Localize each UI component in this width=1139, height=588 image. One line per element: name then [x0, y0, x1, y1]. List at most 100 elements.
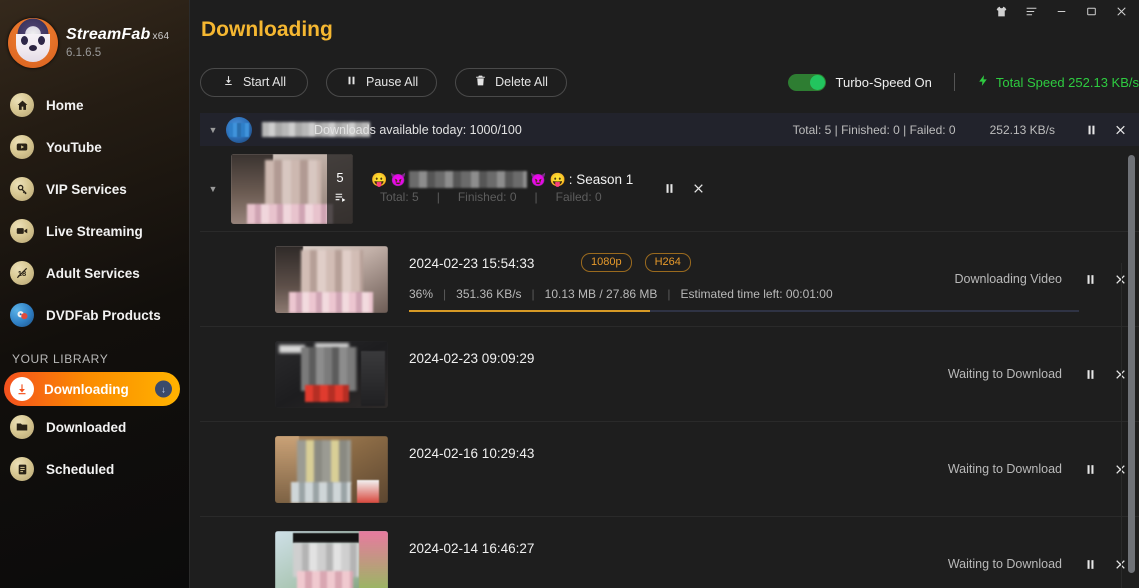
sidebar-item-downloading-label: Downloading — [44, 382, 129, 397]
youtube-icon — [10, 135, 34, 159]
sidebar-item-adult-services-label: Adult Services — [46, 266, 140, 281]
pause-icon — [345, 74, 358, 90]
sidebar-item-youtube[interactable]: YouTube — [0, 126, 190, 168]
vertical-scrollbar[interactable] — [1128, 155, 1135, 573]
item-pause-button[interactable] — [1084, 272, 1097, 287]
item-pause-button[interactable] — [1084, 462, 1097, 477]
series-failed: Failed: 0 — [556, 190, 602, 204]
brand-name: StreamFabx64 — [66, 26, 169, 44]
sidebar-item-dvdfab-products-label: DVDFab Products — [46, 308, 161, 323]
series-season-label: : Season 1 — [569, 172, 634, 187]
sidebar-item-home-label: Home — [46, 98, 84, 113]
item-thumbnail — [275, 531, 388, 588]
maximize-button[interactable] — [1083, 3, 1099, 19]
item-status: Waiting to Download — [948, 462, 1062, 476]
sidebar-item-vip-services[interactable]: VIP Services — [0, 168, 190, 210]
sidebar-item-downloaded[interactable]: Downloaded — [0, 406, 190, 448]
page-title: Downloading — [201, 18, 333, 42]
merch-icon[interactable] — [993, 3, 1009, 19]
lightning-icon — [977, 73, 990, 91]
turbo-speed-toggle[interactable] — [788, 74, 826, 91]
adult-icon: 18 — [10, 261, 34, 285]
start-all-label: Start All — [243, 75, 286, 89]
item-speed: 351.36 KB/s — [456, 287, 521, 301]
table-row[interactable]: 2024-02-14 16:46:27 Waiting to Download — [200, 517, 1139, 588]
series-thumbnail: 5 — [231, 154, 353, 224]
item-stats: 36% | 351.36 KB/s | 10.13 MB / 27.86 MB … — [409, 287, 833, 301]
emoji-devil-left-icon: 😈 — [390, 172, 406, 188]
account-speed: 252.13 KB/s — [990, 123, 1055, 137]
series-group-row[interactable]: ▼ 5 😛 😈 — [200, 146, 1139, 232]
series-title-redacted — [409, 171, 527, 188]
table-row[interactable]: 2024-02-23 09:09:29 Waiting to Download — [200, 327, 1139, 422]
series-title: 😛 😈 😈 😛 : Season 1 — [371, 171, 633, 188]
download-icon — [222, 74, 235, 90]
main-content: Downloading Start All Pause All Delete A… — [190, 0, 1139, 588]
account-group-header[interactable]: ▼ Downloads available today: 1000/100 To… — [200, 113, 1139, 146]
table-row[interactable]: 2024-02-16 10:29:43 Waiting to Download — [200, 422, 1139, 517]
sidebar-item-live-streaming-label: Live Streaming — [46, 224, 143, 239]
item-timestamp: 2024-02-16 10:29:43 — [409, 446, 534, 461]
app-brand: StreamFabx64 6.1.6.5 — [0, 0, 190, 72]
menu-icon[interactable] — [1023, 3, 1039, 19]
delete-all-button[interactable]: Delete All — [455, 68, 567, 97]
sidebar-item-dvdfab-products[interactable]: DVDFab Products — [0, 294, 190, 336]
start-all-button[interactable]: Start All — [200, 68, 308, 97]
total-speed: Total Speed 252.13 KB/s — [977, 73, 1139, 91]
avatar — [226, 117, 252, 143]
folder-icon — [10, 415, 34, 439]
key-icon — [10, 177, 34, 201]
series-close-button[interactable] — [692, 181, 705, 196]
emoji-tongue-icon: 😛 — [371, 172, 387, 188]
sidebar-item-live-streaming[interactable]: Live Streaming — [0, 210, 190, 252]
brand-arch: x64 — [153, 31, 170, 42]
sidebar-item-adult-services[interactable]: 18 Adult Services — [0, 252, 190, 294]
account-pause-button[interactable] — [1085, 123, 1098, 137]
series-count: 5 — [336, 170, 343, 185]
sidebar-item-scheduled[interactable]: Scheduled — [0, 448, 190, 490]
item-status: Downloading Video — [955, 272, 1063, 286]
sidebar-nav: Home YouTube VIP Services Live Streaming — [0, 84, 190, 336]
emoji-tongue-right-icon: 😛 — [550, 172, 566, 188]
series-count-badge: 5 — [327, 154, 353, 224]
item-percent: 36% — [409, 287, 433, 301]
collapse-caret-icon[interactable]: ▼ — [200, 125, 226, 135]
item-pause-button[interactable] — [1084, 557, 1097, 572]
download-list: ▼ Downloads available today: 1000/100 To… — [200, 113, 1139, 588]
item-thumbnail — [275, 246, 388, 313]
sidebar-item-vip-services-label: VIP Services — [46, 182, 127, 197]
turbo-speed-area: Turbo-Speed On Total Speed 252.13 KB/s — [788, 60, 1139, 104]
pause-all-button[interactable]: Pause All — [326, 68, 437, 97]
table-row[interactable]: 2024-02-23 15:54:33 1080p H264 36% | 351… — [200, 232, 1139, 327]
item-size: 10.13 MB / 27.86 MB — [545, 287, 658, 301]
emoji-devil-right-icon: 😈 — [530, 172, 546, 188]
item-pause-button[interactable] — [1084, 367, 1097, 382]
window-titlebar — [993, 0, 1139, 22]
app-version: 6.1.6.5 — [66, 47, 169, 60]
series-pause-button[interactable] — [663, 181, 676, 196]
list-right-divider — [1121, 263, 1122, 588]
account-close-button[interactable] — [1114, 123, 1127, 137]
download-circle-icon — [10, 377, 34, 401]
series-finished: Finished: 0 — [458, 190, 517, 204]
item-eta: Estimated time left: 00:01:00 — [681, 287, 833, 301]
toolbar-divider — [954, 73, 955, 91]
sidebar-item-home[interactable]: Home — [0, 84, 190, 126]
sidebar-item-youtube-label: YouTube — [46, 140, 102, 155]
list-icon — [10, 457, 34, 481]
dvdfab-icon — [10, 303, 34, 327]
sidebar-item-downloading[interactable]: Downloading ↓ — [4, 372, 180, 406]
brand-name-text: StreamFab — [66, 26, 151, 43]
video-camera-icon — [10, 219, 34, 243]
pause-all-label: Pause All — [366, 75, 418, 89]
item-status: Waiting to Download — [948, 367, 1062, 381]
minimize-button[interactable] — [1053, 3, 1069, 19]
downloading-badge: ↓ — [155, 381, 172, 398]
trash-icon — [474, 74, 487, 90]
streamfab-window: StreamFabx64 6.1.6.5 Home YouTube — [0, 0, 1139, 588]
series-collapse-caret-icon[interactable]: ▼ — [200, 184, 226, 194]
account-stats: Total: 5 | Finished: 0 | Failed: 0 — [793, 123, 956, 137]
close-button[interactable] — [1113, 3, 1129, 19]
sidebar-item-downloaded-label: Downloaded — [46, 420, 126, 435]
delete-all-label: Delete All — [495, 75, 548, 89]
